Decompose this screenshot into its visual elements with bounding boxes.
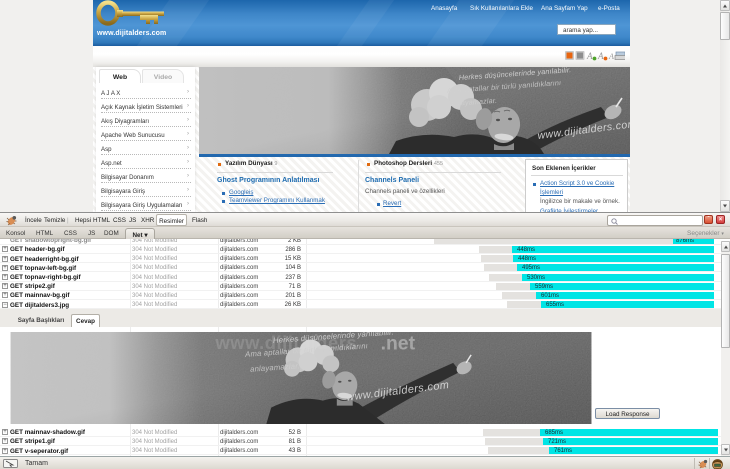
svg-text:www.dijitalders: www.dijitalders — [214, 332, 357, 353]
svg-text:A: A — [586, 51, 593, 61]
svg-text:A: A — [608, 52, 614, 61]
svg-text:A: A — [597, 51, 604, 61]
svg-text:.net: .net — [381, 332, 416, 354]
